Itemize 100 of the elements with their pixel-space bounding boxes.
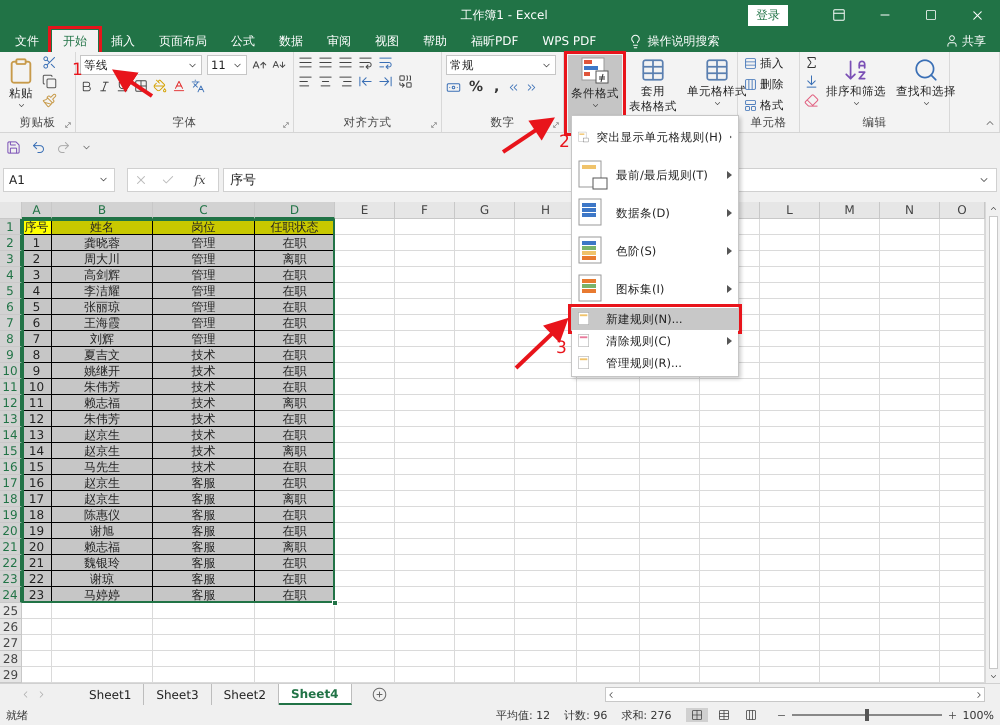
table-cell: 姚继开 [52,363,153,379]
table-cell: 1 [22,235,52,251]
group-label: 单元格 [750,115,786,131]
table-cell: 李洁耀 [52,283,153,299]
table-cell: 离职 [255,251,335,267]
table-cell: 12 [22,411,52,427]
group-label: 剪贴板 [20,115,56,131]
table-cell: 魏银玲 [52,555,153,571]
table-cell: 在职 [255,363,335,379]
table-cell: 管理 [153,235,255,251]
status-text: 就绪 [6,708,28,722]
group-label: 字体 [172,115,196,131]
table-cell: 管理 [153,299,255,315]
table-cell: 2 [22,251,52,267]
table-cell: 18 [22,507,52,523]
table-cell: 夏吉文 [52,347,153,363]
table-cell: 技术 [153,427,255,443]
table-cell: 15 [22,459,52,475]
table-cell: 管理 [153,315,255,331]
table-cell: 马先生 [52,459,153,475]
table-cell: 在职 [255,523,335,539]
table-cell: 16 [22,475,52,491]
table-cell: 离职 [255,395,335,411]
table-cell: 客服 [153,523,255,539]
table-cell: 21 [22,555,52,571]
table-cell: 在职 [255,235,335,251]
table-cell: 在职 [255,427,335,443]
table-cell: 客服 [153,555,255,571]
table-cell: 赵京生 [52,427,153,443]
table-cell: 客服 [153,491,255,507]
table-cell: 13 [22,427,52,443]
table-cell: 谢旭 [52,523,153,539]
table-cell: 在职 [255,571,335,587]
table-cell: 9 [22,363,52,379]
zoom-level: 100% [962,708,994,722]
table-cell: 王海霞 [52,315,153,331]
table-cell: 14 [22,443,52,459]
table-cell: 19 [22,523,52,539]
table-cell: 技术 [153,363,255,379]
table-cell: 赖志福 [52,395,153,411]
table-cell: 在职 [255,283,335,299]
table-cell: 管理 [153,283,255,299]
table-cell: 在职 [255,379,335,395]
table-cell: 6 [22,315,52,331]
table-cell: 周大川 [52,251,153,267]
table-cell: 在职 [255,347,335,363]
table-cell: 赵京生 [52,443,153,459]
status-stat: 求和: 276 [621,708,672,722]
table-cell: 技术 [153,411,255,427]
table-cell: 赵京生 [52,475,153,491]
table-cell: 在职 [255,475,335,491]
table-cell: 陈惠仪 [52,507,153,523]
group-label: 数字 [490,115,514,131]
table-cell: 客服 [153,475,255,491]
table-cell: 在职 [255,331,335,347]
group-label: 编辑 [862,115,886,131]
status-stat: 平均值: 12 [496,708,550,722]
table-cell: 5 [22,299,52,315]
table-cell: 技术 [153,459,255,475]
table-cell: 朱伟芳 [52,379,153,395]
table-cell: 客服 [153,539,255,555]
table-cell: 在职 [255,411,335,427]
table-cell: 赵京生 [52,491,153,507]
table-cell: 管理 [153,267,255,283]
table-cell: 赖志福 [52,539,153,555]
table-cell: 7 [22,331,52,347]
table-cell: 离职 [255,491,335,507]
table-cell: 客服 [153,507,255,523]
table-cell: 11 [22,395,52,411]
table-cell: 技术 [153,379,255,395]
table-cell: 朱伟芳 [52,411,153,427]
table-cell: 技术 [153,395,255,411]
table-cell: 8 [22,347,52,363]
table-cell: 技术 [153,443,255,459]
window-title: 工作簿1 - Excel [459,6,549,24]
table-cell: 离职 [255,443,335,459]
table-cell: 张丽琼 [52,299,153,315]
table-cell: 技术 [153,347,255,363]
group-label: 对齐方式 [344,115,392,131]
table-cell: 在职 [255,315,335,331]
table-cell: 在职 [255,267,335,283]
table-cell: 在职 [255,459,335,475]
table-cell: 在职 [255,555,335,571]
table-cell: 17 [22,491,52,507]
table-cell: 3 [22,267,52,283]
table-cell: 谢琼 [52,571,153,587]
table-cell: 20 [22,539,52,555]
table-cell: 管理 [153,331,255,347]
table-cell: 管理 [153,251,255,267]
table-cell: 4 [22,283,52,299]
step-number: 1 [72,60,83,80]
table-cell: 高剑辉 [52,267,153,283]
table-cell: 在职 [255,299,335,315]
table-cell: 离职 [255,539,335,555]
table-cell: 刘辉 [52,331,153,347]
table-cell: 龚晓蓉 [52,235,153,251]
table-cell: 10 [22,379,52,395]
table-cell: 在职 [255,507,335,523]
status-stat: 计数: 96 [564,708,608,722]
table-cell: 客服 [153,571,255,587]
